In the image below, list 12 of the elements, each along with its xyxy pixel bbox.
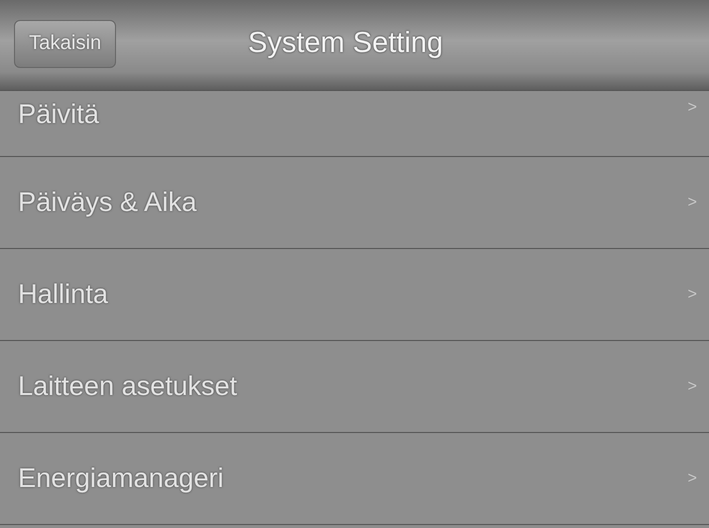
item-label: Hallinta [18, 279, 108, 310]
chevron-icon: > [688, 470, 697, 488]
back-button[interactable]: Takaisin [14, 20, 116, 68]
item-label: Päiväys & Aika [18, 187, 197, 218]
item-label: Energiamanageri [18, 463, 224, 494]
chevron-icon: > [688, 99, 697, 117]
chevron-icon: > [688, 378, 697, 396]
chevron-icon: > [688, 194, 697, 212]
item-label: Päivitä [18, 99, 100, 130]
item-label: Laitteen asetukset [18, 371, 238, 402]
screen-title: System Setting [248, 27, 444, 60]
chevron-icon: > [688, 286, 697, 304]
